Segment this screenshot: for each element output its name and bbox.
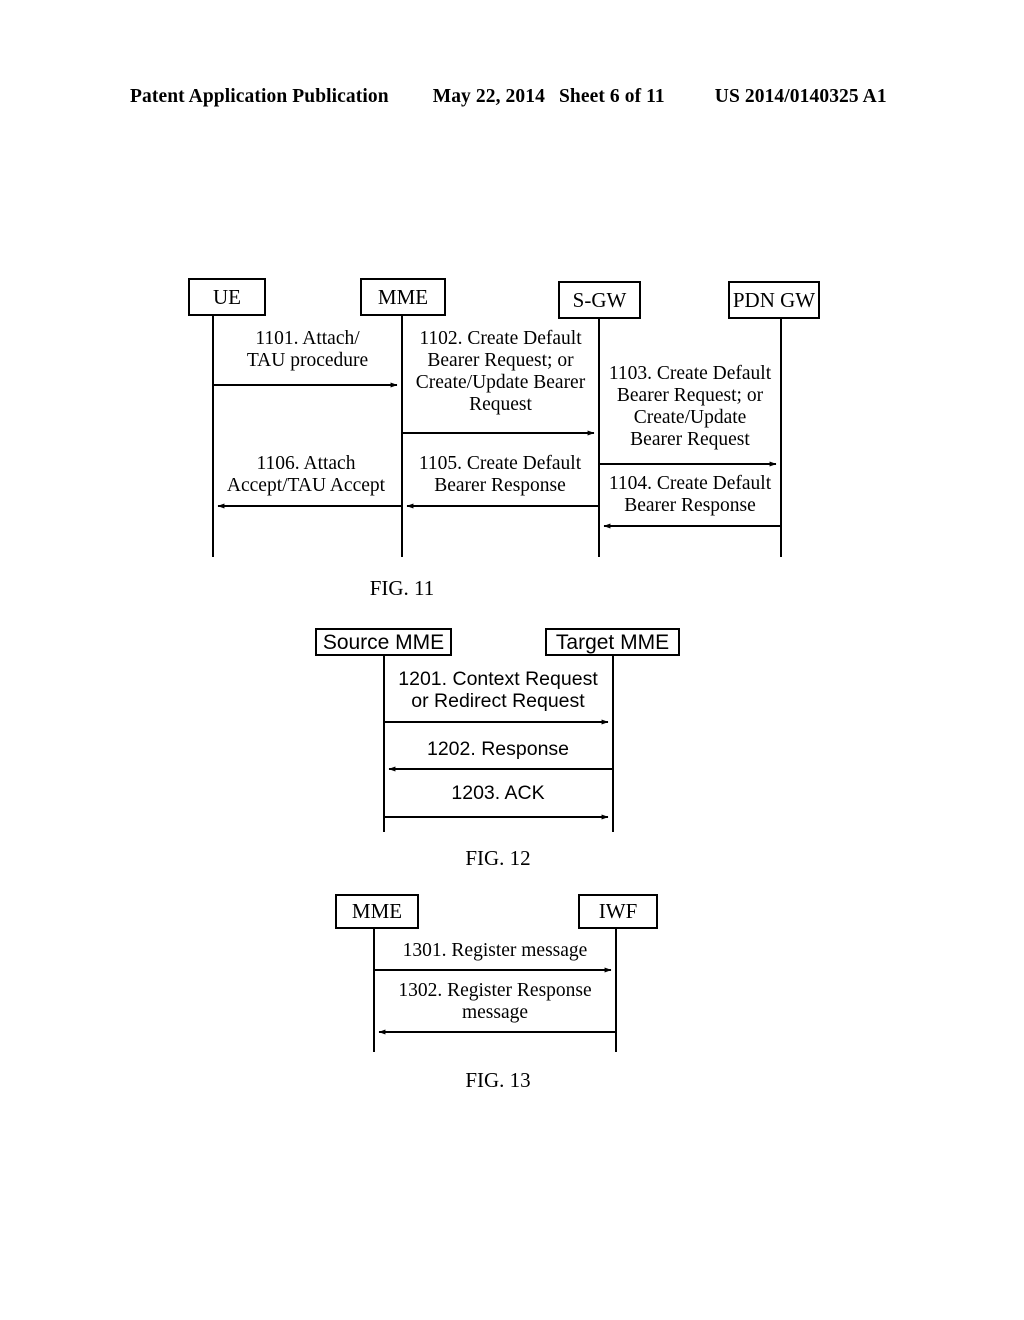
- header-publication-title: Patent Application Publication: [130, 86, 389, 107]
- node-box-target-mme: Target MME: [545, 628, 680, 656]
- node-box-s-gw: S-GW: [558, 281, 641, 319]
- message-label-1203: 1203. ACK: [451, 782, 545, 804]
- node-label: IWF: [598, 899, 638, 923]
- figure-caption: FIG. 12: [465, 846, 531, 870]
- node-label: UE: [213, 284, 241, 309]
- diagram-lines-layer: [373, 929, 617, 1052]
- node-label: PDN GW: [732, 287, 816, 312]
- header-sheet-number: Sheet 6 of 11: [558, 86, 665, 107]
- message-label-1104: 1104. Create Default Bearer Response: [608, 473, 772, 517]
- message-label-1102: 1102. Create Default Bearer Request; or …: [415, 328, 586, 416]
- figure-caption: FIG. 13: [465, 1068, 531, 1092]
- header-document-number: US 2014/0140325 A1: [714, 86, 887, 107]
- node-box-iwf: IWF: [578, 894, 658, 929]
- node-label: MME: [351, 899, 403, 923]
- message-label-1101: 1101. Attach/ TAU procedure: [246, 328, 369, 372]
- node-box-mme: MME: [360, 278, 446, 316]
- message-label-1105: 1105. Create Default Bearer Response: [418, 453, 582, 497]
- sequence-diagram-fig-13: MME IWF 1301. Register message 1302. Regist…: [0, 0, 1024, 1320]
- node-label: Source MME: [322, 630, 445, 654]
- figure-caption: FIG. 11: [369, 576, 435, 600]
- sequence-diagram-fig-12: Source MME Target MME 1201. Context Reques…: [0, 0, 1024, 1320]
- node-box-source-mme: Source MME: [315, 628, 452, 656]
- message-label-1106: 1106. Attach Accept/TAU Accept: [226, 453, 386, 497]
- message-label-1103: 1103. Create Default Bearer Request; or …: [608, 363, 772, 451]
- node-box-mme: MME: [335, 894, 419, 929]
- message-label-1302: 1302. Register Response message: [398, 980, 592, 1024]
- message-label-1301: 1301. Register message: [402, 940, 588, 961]
- node-box-ue: UE: [188, 278, 266, 316]
- message-label-1201: 1201. Context Request or Redirect Reques…: [398, 668, 598, 713]
- diagram-lines-layer: [212, 316, 782, 557]
- page-header: Patent Application Publication May 22, 2…: [130, 86, 894, 112]
- node-label: Target MME: [555, 630, 670, 654]
- node-box-pdn-gw: PDN GW: [728, 281, 820, 319]
- sequence-diagram-fig-11: UE MME S-GW PDN GW 1101. Attach/ TAU procedu…: [0, 0, 1024, 1320]
- node-label: S-GW: [572, 287, 627, 312]
- node-label: MME: [377, 284, 429, 309]
- diagram-lines-layer: [383, 656, 614, 832]
- message-label-1202: 1202. Response: [426, 738, 570, 760]
- header-publication-date: May 22, 2014: [432, 86, 545, 107]
